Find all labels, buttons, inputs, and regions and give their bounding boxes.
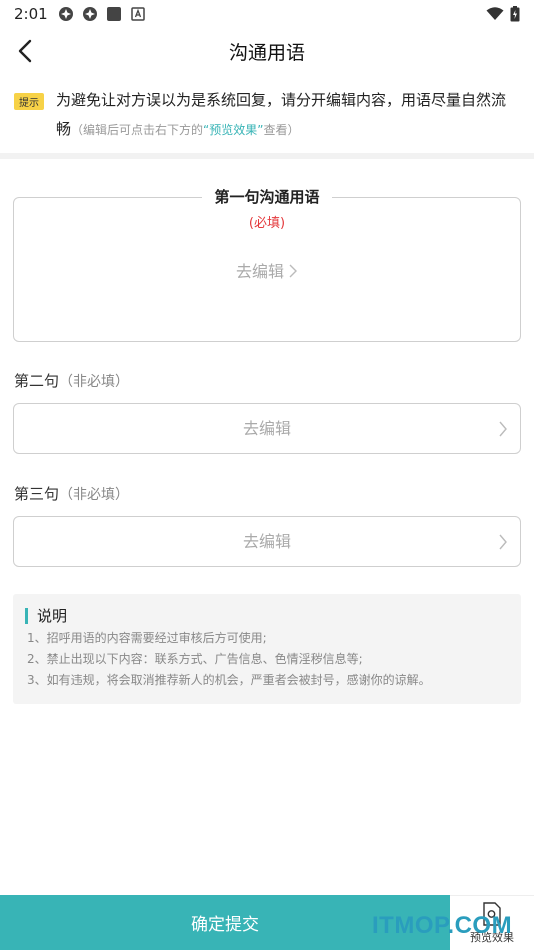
notes-item: 1、招呼用语的内容需要经过审核后方可使用; <box>27 631 267 645</box>
divider <box>0 153 534 159</box>
battery-icon <box>510 6 520 22</box>
notes-title: 说明 <box>25 608 521 624</box>
wifi-icon <box>486 7 504 20</box>
first-sentence-label-row: 第一句沟通用语 <box>0 186 534 207</box>
header: 沟通用语 <box>0 28 534 74</box>
second-sentence-label-row: 第二句（非必填） <box>14 370 129 391</box>
second-sentence-field[interactable]: 去编辑 <box>13 403 521 454</box>
second-edit-placeholder: 去编辑 <box>242 419 291 438</box>
third-sentence-field[interactable]: 去编辑 <box>13 516 521 567</box>
first-sentence-label: 第一句沟通用语 <box>202 188 332 206</box>
page-title: 沟通用语 <box>228 41 305 64</box>
pinwheel-icon <box>82 7 97 21</box>
tip-text-block: 为避免让对方误以为是系统回复，请分开编辑内容，用语尽量自然流畅（编辑后可点击右下… <box>56 86 520 145</box>
second-optional: （非必填） <box>59 374 130 390</box>
tip-sub-suffix: 查看） <box>263 123 300 137</box>
third-sentence-label-row: 第三句（非必填） <box>14 483 129 504</box>
first-edit-label: 去编辑 <box>235 262 284 281</box>
chevron-right-icon <box>499 534 507 550</box>
third-edit-placeholder: 去编辑 <box>242 532 291 551</box>
third-optional: （非必填） <box>59 487 130 503</box>
a-icon <box>130 7 145 21</box>
tip-sub: （编辑后可点击右下方的“预览效果”查看） <box>71 123 299 137</box>
tip-section: 提示 为避免让对方误以为是系统回复，请分开编辑内容，用语尽量自然流畅（编辑后可点… <box>14 86 520 145</box>
notes-item: 2、禁止出现以下内容：联系方式、广告信息、色情淫秽信息等; <box>27 652 363 666</box>
square-icon <box>106 7 121 21</box>
tip-sub-prefix: （编辑后可点击右下方的 <box>71 123 204 137</box>
chevron-right-icon <box>289 264 297 278</box>
notes-item: 3、如有违规，将会取消推荐新人的机会，严重者会被封号，感谢你的谅解。 <box>27 673 431 687</box>
back-button[interactable] <box>14 38 38 64</box>
pinwheel-icon <box>58 7 73 21</box>
notes-panel: 说明 1、招呼用语的内容需要经过审核后方可使用; 2、禁止出现以下内容：联系方式… <box>13 594 521 704</box>
status-time: 2:01 <box>14 5 48 23</box>
tip-badge: 提示 <box>14 93 44 110</box>
chevron-right-icon <box>499 421 507 437</box>
status-bar: 2:01 <box>0 0 534 28</box>
preview-link[interactable]: “预览效果” <box>203 123 263 137</box>
third-sentence-label: 第三句 <box>14 485 60 503</box>
second-sentence-label: 第二句 <box>14 372 60 390</box>
watermark: ITMOP.COM <box>372 912 513 939</box>
required-mark: (必填) <box>248 216 286 231</box>
first-edit-button[interactable]: 去编辑 <box>0 258 534 282</box>
